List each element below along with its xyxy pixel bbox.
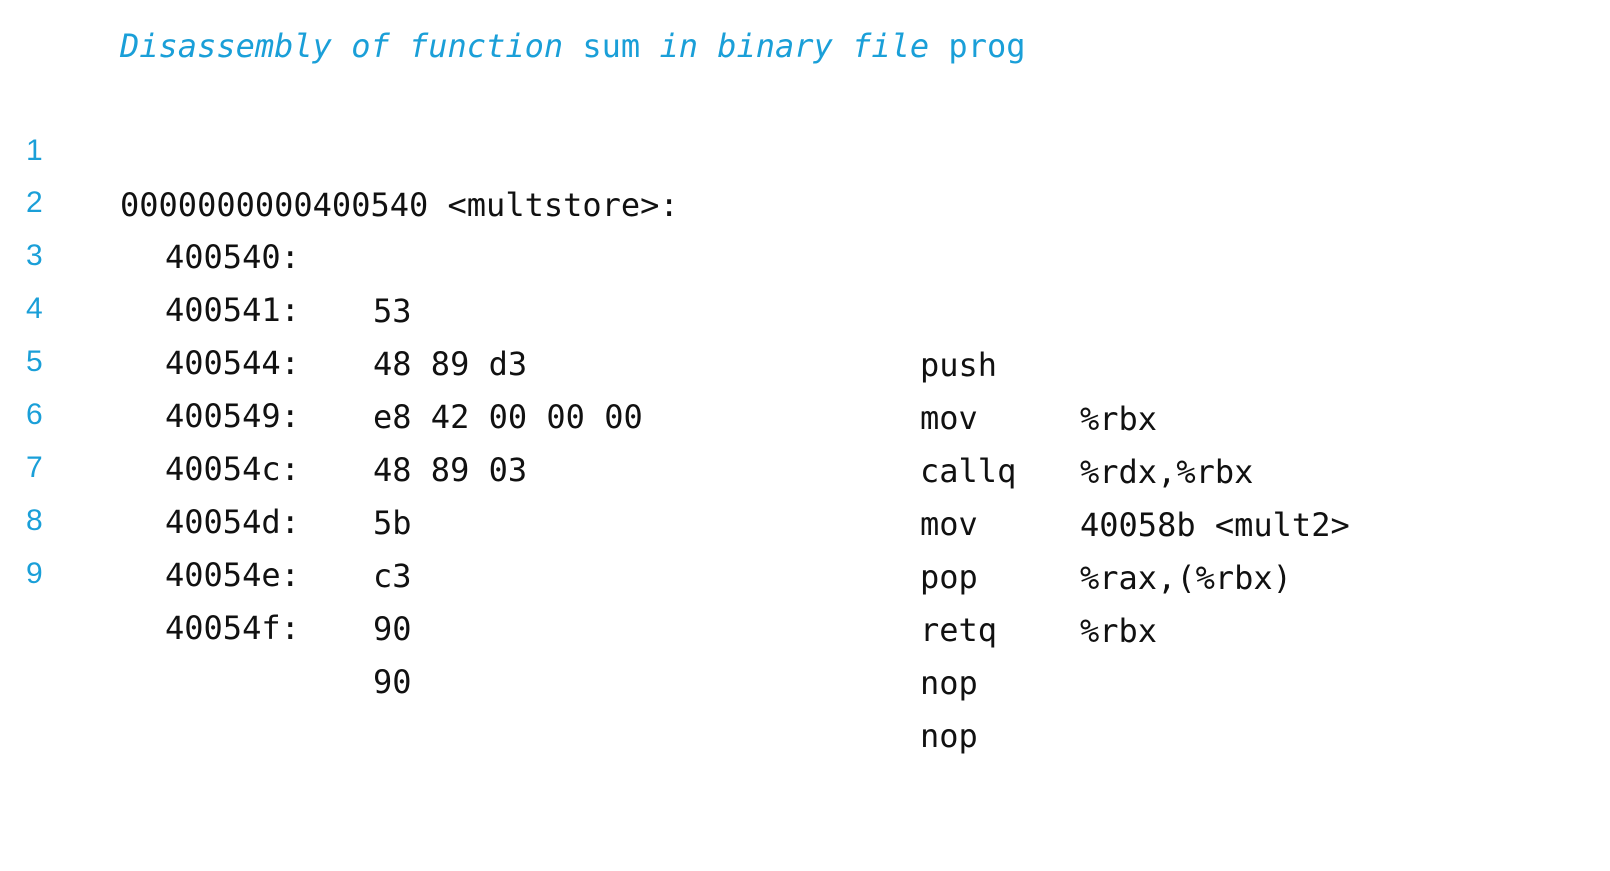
caption-function-name: sum [582, 27, 641, 65]
code-line: 5 400549: 48 89 03 mov %rax,(%rbx) [0, 281, 1610, 597]
listing-header-line: 1 0000000000400540 <multstore>: [0, 70, 1610, 224]
instruction-operands: %rbx [1080, 612, 1158, 650]
code-line: 6 40054c: 5b pop %rbx [0, 334, 1610, 650]
caption-binary-name: prog [948, 27, 1026, 65]
instruction-address: 40054f: [165, 609, 300, 647]
instruction-opcode: nop [920, 664, 978, 702]
instruction-opcode: pop [920, 558, 978, 596]
disassembly-listing: Disassembly of function sum in binary fi… [0, 0, 1610, 755]
line-number: 9 [26, 557, 43, 590]
listing-caption: Disassembly of function sum in binary fi… [120, 22, 1025, 70]
caption-prefix: Disassembly of function [120, 27, 583, 65]
instruction-bytes: 90 [373, 663, 412, 701]
instruction-operands: %rax,(%rbx) [1080, 559, 1292, 597]
code-line: 9 40054f: 90 nop [0, 493, 1610, 755]
code-line: 3 400541: 48 89 d3 mov %rdx,%rbx [0, 175, 1610, 491]
code-line: 8 40054e: 90 nop [0, 440, 1610, 702]
instruction-address: 40054e: [165, 556, 300, 594]
caption-middle: in binary file [640, 27, 949, 65]
instruction-bytes: 90 [373, 610, 412, 648]
instruction-opcode: retq [920, 611, 998, 649]
instruction-opcode: nop [920, 717, 978, 755]
code-line: 4 400544: e8 42 00 00 00 callq 40058b <m… [0, 228, 1610, 544]
code-line: 2 400540: 53 push %rbx [0, 122, 1610, 438]
code-line: 7 40054d: c3 retq [0, 387, 1610, 649]
instruction-bytes: c3 [373, 557, 412, 595]
